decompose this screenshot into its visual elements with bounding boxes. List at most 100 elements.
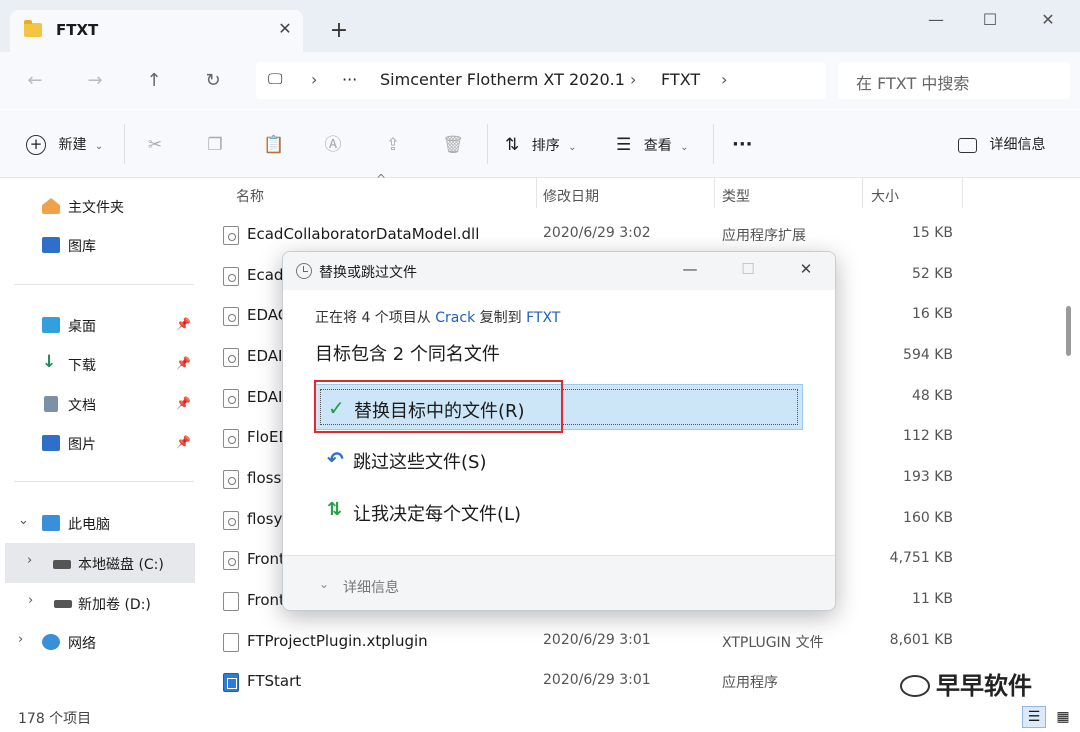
divider [14,284,194,285]
details-label: 详细信息 [989,137,1046,153]
sidebar-item-gallery[interactable]: 图库 [0,225,195,265]
column-header-type[interactable]: 类型 [722,186,750,206]
file-size: 8,601 KB [889,632,953,648]
more-options-button[interactable]: ··· [732,132,753,158]
file-row[interactable]: FTProjectPlugin.xtplugin 2020/6/29 3:01 XT… [220,622,980,663]
dll-file-icon [223,307,239,326]
refresh-icon[interactable]: ↻ [198,66,228,96]
application-icon [223,673,239,692]
more-details-toggle[interactable]: 详细信息 [343,577,399,597]
decide-option-label: 让我决定每个文件(L) [353,504,522,525]
file-date: 2020/6/29 3:02 [543,225,651,241]
details-pane-button[interactable]: 详细信息 [958,132,1045,158]
sidebar-item-label: 图库 [68,239,96,255]
source-folder-link[interactable]: Crack [435,310,475,326]
dialog-minimize-button[interactable]: — [675,260,705,278]
copy-progress-text: 正在将 4 个项目从 Crack 复制到 FTXT [315,307,560,327]
dialog-title-bar: 替换或跳过文件 — ☐ ✕ [283,252,835,290]
pictures-icon [42,435,60,451]
file-row[interactable]: EcadCollaboratorDataModel.dll 2020/6/29 3… [220,215,980,256]
copy-icon[interactable]: ❐ [202,132,228,158]
chevron-down-icon: ⌄ [94,141,104,152]
rename-icon[interactable]: Ⓐ [320,132,346,158]
address-bar[interactable]: 🖵 › ··· Simcenter Flotherm XT 2020.1 › F… [256,62,826,99]
file-row[interactable]: FTStart 2020/6/29 3:01 应用程序 [220,662,980,703]
sort-button[interactable]: ⇅ 排序 ⌄ [505,132,577,158]
decide-each-option[interactable]: ⇅ 让我决定每个文件(L) [315,488,803,534]
dll-file-icon [223,226,239,245]
network-icon [42,634,60,650]
skip-arrow-icon: ↶ [327,447,344,471]
sidebar-item-label: 网络 [68,636,96,652]
maximize-button[interactable]: ☐ [970,8,1010,32]
breadcrumb-more[interactable]: ··· [342,70,357,89]
scrollbar-thumb[interactable] [1066,306,1071,356]
breadcrumb-ftxt[interactable]: FTXT [661,70,700,89]
chevron-down-icon[interactable]: ⌄ [319,577,329,591]
file-name: FTStart [247,672,302,690]
dll-file-icon [223,348,239,367]
delete-icon[interactable]: 🗑 [440,132,466,158]
column-header-date[interactable]: 修改日期 [543,186,599,206]
destination-folder-link[interactable]: FTXT [526,310,560,326]
skip-files-option[interactable]: ↶ 跳过这些文件(S) [315,436,803,482]
view-icon: ☰ [616,135,632,155]
sidebar-item-pictures[interactable]: 图片 📌 [0,423,195,463]
search-input[interactable]: 在 FTXT 中搜索 [838,62,1070,99]
sidebar-item-home[interactable]: 主文件夹 [0,186,195,226]
sidebar-item-this-pc[interactable]: ⌄ 此电脑 [0,503,195,543]
file-size: 112 KB [903,428,953,444]
column-header-size[interactable]: 大小 [871,186,899,206]
back-arrow-icon[interactable]: ← [20,66,50,96]
chevron-right-icon[interactable]: › [18,632,23,647]
chevron-right-icon[interactable]: › [721,70,727,89]
sidebar-item-drive-d[interactable]: › 新加卷 (D:) [0,583,195,623]
divider [962,178,963,208]
computer-icon[interactable]: 🖵 [268,70,282,88]
new-tab-button[interactable]: + [326,18,352,44]
cut-icon[interactable]: ✂ [142,132,168,158]
dll-file-icon [223,511,239,530]
chevron-right-icon[interactable]: › [27,553,32,568]
gallery-icon [42,237,60,253]
chevron-down-icon: ⌄ [680,142,689,153]
file-type: 应用程序扩展 [722,228,806,244]
view-button[interactable]: ☰ 查看 ⌄ [616,132,689,158]
column-header-name[interactable]: 名称 [236,186,264,206]
file-name: FTProjectPlugin.xtplugin [247,632,428,650]
pin-icon[interactable]: 📌 [176,435,191,449]
sort-label: 排序 [531,138,560,154]
chevron-right-icon: › [311,70,318,89]
view-label: 查看 [643,138,672,154]
tab-close-icon[interactable]: ✕ [274,18,296,40]
close-window-button[interactable]: ✕ [1028,8,1068,32]
dialog-close-button[interactable]: ✕ [791,260,821,278]
new-button[interactable]: + 新建 ⌄ [26,132,103,158]
minimize-button[interactable]: — [916,8,956,32]
sidebar-item-drive-c[interactable]: › 本地磁盘 (C:) [5,543,195,583]
pin-icon[interactable]: 📌 [176,396,191,410]
share-icon[interactable]: ⇪ [380,132,406,158]
forward-arrow-icon[interactable]: → [80,66,110,96]
chevron-right-icon[interactable]: › [28,593,33,608]
sidebar-item-downloads[interactable]: ↓ 下载 📌 [0,344,195,384]
dialog-title: 替换或跳过文件 [319,265,417,281]
paste-icon[interactable]: 📋 [261,132,287,158]
sidebar-item-label: 新加卷 (D:) [78,597,151,613]
chevron-down-icon[interactable]: ⌄ [18,513,29,528]
sidebar-item-label: 桌面 [68,319,96,335]
pin-icon[interactable]: 📌 [176,356,191,370]
tiles-view-icon[interactable]: ▦ [1052,706,1074,728]
tab-ftxt[interactable]: FTXT ✕ [10,10,303,52]
file-size: 52 KB [911,266,953,282]
sidebar-item-desktop[interactable]: 桌面 📌 [0,305,195,345]
details-view-icon[interactable]: ☰ [1022,706,1046,728]
sidebar-item-label: 图片 [68,437,96,453]
breadcrumb-simcenter[interactable]: Simcenter Flotherm XT 2020.1 [380,70,625,89]
file-size: 160 KB [903,510,953,526]
file-size: 16 KB [911,306,953,322]
sidebar-item-network[interactable]: › 网络 [0,622,195,662]
pin-icon[interactable]: 📌 [176,317,191,331]
up-arrow-icon[interactable]: ↑ [139,66,169,96]
sidebar-item-documents[interactable]: 文档 📌 [0,384,195,424]
